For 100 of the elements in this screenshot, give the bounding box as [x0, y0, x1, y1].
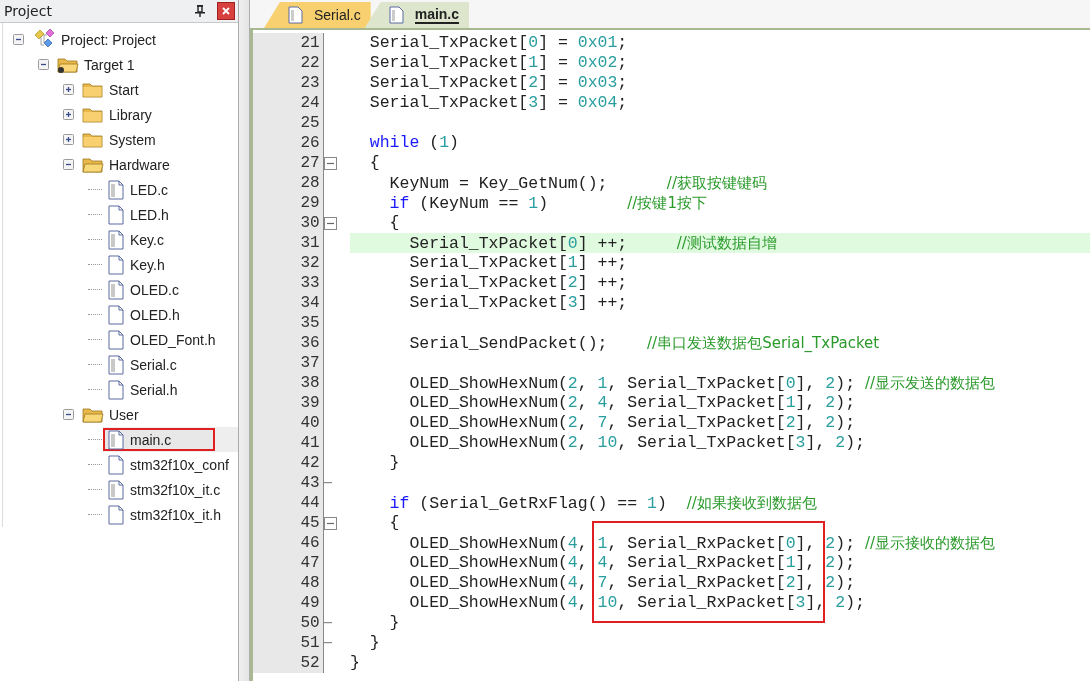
line-number: 36 — [253, 333, 324, 353]
line-number: 30 — [253, 213, 324, 233]
collapse-toggle[interactable] — [38, 59, 49, 70]
panel-title: Project — [4, 3, 53, 19]
tree-item[interactable]: System — [109, 131, 156, 148]
code-line: OLED_ShowHexNum(4, 4, Serial_RxPacket[1], 2); — [408, 553, 856, 573]
code-line: { — [368, 153, 380, 173]
code-line: } — [388, 613, 400, 633]
tree-item[interactable]: stm32f10x_it.c — [130, 481, 221, 498]
line-number: 32 — [253, 253, 324, 273]
tree-item[interactable]: Target 1 — [84, 56, 135, 73]
tree-item[interactable]: OLED.h — [130, 306, 180, 323]
code-line: OLED_ShowHexNum(4, 7, Serial_RxPacket[2], 2); — [408, 573, 856, 593]
code-line: OLED_ShowHexNum(2, 10, Serial_TxPacket[3], 2); — [408, 433, 865, 453]
line-number: 23 — [253, 73, 324, 93]
file-tab[interactable]: Serial.c — [264, 2, 371, 28]
code-line: { — [388, 513, 400, 533]
file-icon — [388, 6, 405, 24]
source-file-icon — [107, 229, 125, 250]
expand-toggle[interactable] — [63, 134, 74, 145]
collapse-toggle[interactable] — [13, 34, 24, 45]
file-icon — [107, 204, 125, 225]
line-number: 39 — [253, 393, 324, 413]
code-line: Serial_TxPacket[3] ++; — [408, 293, 628, 313]
code-line: { — [388, 213, 400, 233]
line-number: 46 — [253, 533, 324, 553]
code-line: Serial_TxPacket[3] = 0x04; — [368, 93, 628, 113]
collapse-toggle[interactable] — [63, 159, 74, 170]
source-file-icon — [107, 479, 125, 500]
expand-toggle[interactable] — [63, 109, 74, 120]
source-file-icon — [107, 354, 125, 375]
line-number: 50 — [253, 613, 324, 633]
code-line: Serial_TxPacket[2] = 0x03; — [368, 73, 628, 93]
target-folder-icon — [57, 55, 79, 74]
code-line: } — [388, 453, 400, 473]
tree-item[interactable]: LED.h — [130, 206, 169, 223]
tree-item[interactable]: stm32f10x_conf — [130, 456, 229, 473]
tree-item[interactable]: Key.c — [130, 231, 164, 248]
tree-item[interactable]: main.c — [130, 431, 172, 448]
line-number: 38 — [253, 373, 324, 393]
tree-item[interactable]: OLED.c — [130, 281, 179, 298]
line-number: 37 — [253, 353, 324, 373]
fold-toggle[interactable] — [323, 516, 337, 530]
tree-item[interactable]: Start — [109, 81, 139, 98]
code-line: Serial_TxPacket[1] = 0x02; — [368, 53, 628, 73]
line-number: 27 — [253, 153, 324, 173]
tree-item[interactable]: stm32f10x_it.h — [130, 506, 222, 523]
tree-item[interactable]: Hardware — [109, 156, 170, 173]
fold-toggle[interactable] — [323, 156, 337, 170]
line-number: 24 — [253, 93, 324, 113]
file-icon — [107, 329, 125, 350]
source-file-icon — [107, 179, 125, 200]
code-line: OLED_ShowHexNum(2, 1, Serial_TxPacket[0], 2); //显示发送的数据包 — [408, 373, 996, 394]
tree-item[interactable]: OLED_Font.h — [130, 331, 216, 348]
tree-item[interactable]: Serial.c — [130, 356, 177, 373]
line-number: 21 — [253, 33, 324, 53]
code-line: if (Serial_GetRxFlag() == 1) //如果接收到数据包 — [388, 493, 817, 514]
line-number: 22 — [253, 53, 324, 73]
code-line: Serial_TxPacket[0] ++; //测试数据自增 — [408, 233, 777, 254]
line-number: 31 — [253, 233, 324, 253]
file-tab[interactable]: main.c — [364, 2, 470, 28]
tree-item[interactable]: Key.h — [130, 256, 165, 273]
source-file-icon — [107, 279, 125, 300]
code-line: OLED_ShowHexNum(4, 1, Serial_RxPacket[0], 2); //显示接收的数据包 — [408, 533, 996, 554]
tree-item[interactable]: Library — [109, 106, 152, 123]
code-line: if (KeyNum == 1) //按键1按下 — [388, 193, 707, 214]
file-icon — [288, 6, 304, 24]
close-button[interactable] — [217, 2, 235, 20]
tree-item[interactable]: User — [109, 406, 139, 423]
file-icon — [107, 504, 125, 525]
folder-icon — [82, 130, 104, 149]
folder-icon — [82, 80, 104, 99]
tree-item[interactable]: LED.c — [130, 181, 169, 198]
code-line: Serial_SendPacket(); //串口发送数据包Serial_TxPacket — [408, 333, 880, 354]
code-line: } — [350, 653, 360, 673]
fold-toggle[interactable] — [323, 216, 337, 230]
code-line: while (1) — [368, 133, 459, 153]
expand-toggle[interactable] — [63, 84, 74, 95]
line-number: 41 — [253, 433, 324, 453]
code-line: OLED_ShowHexNum(4, 10, Serial_RxPacket[3], 2); — [408, 593, 865, 613]
tree-item[interactable]: Project: Project — [61, 31, 156, 48]
line-number: 45 — [253, 513, 324, 533]
code-line: Serial_TxPacket[0] = 0x01; — [368, 33, 628, 53]
line-number: 34 — [253, 293, 324, 313]
code-line: Serial_TxPacket[1] ++; — [408, 253, 628, 273]
line-number: 44 — [253, 493, 324, 513]
line-number: 47 — [253, 553, 324, 573]
line-number: 49 — [253, 593, 324, 613]
line-number: 43 — [253, 473, 324, 493]
pin-icon[interactable] — [195, 5, 205, 17]
code-line: KeyNum = Key_GetNum(); //获取按键键码 — [388, 173, 767, 194]
line-number: 40 — [253, 413, 324, 433]
collapse-toggle[interactable] — [63, 409, 74, 420]
code-line: OLED_ShowHexNum(2, 4, Serial_TxPacket[1], 2); — [408, 393, 856, 413]
code-line: Serial_TxPacket[2] ++; — [408, 273, 628, 293]
code-line: OLED_ShowHexNum(2, 7, Serial_TxPacket[2], 2); — [408, 413, 856, 433]
line-number: 42 — [253, 453, 324, 473]
file-icon — [107, 454, 125, 475]
folder-icon — [82, 105, 104, 124]
tree-item[interactable]: Serial.h — [130, 381, 178, 398]
